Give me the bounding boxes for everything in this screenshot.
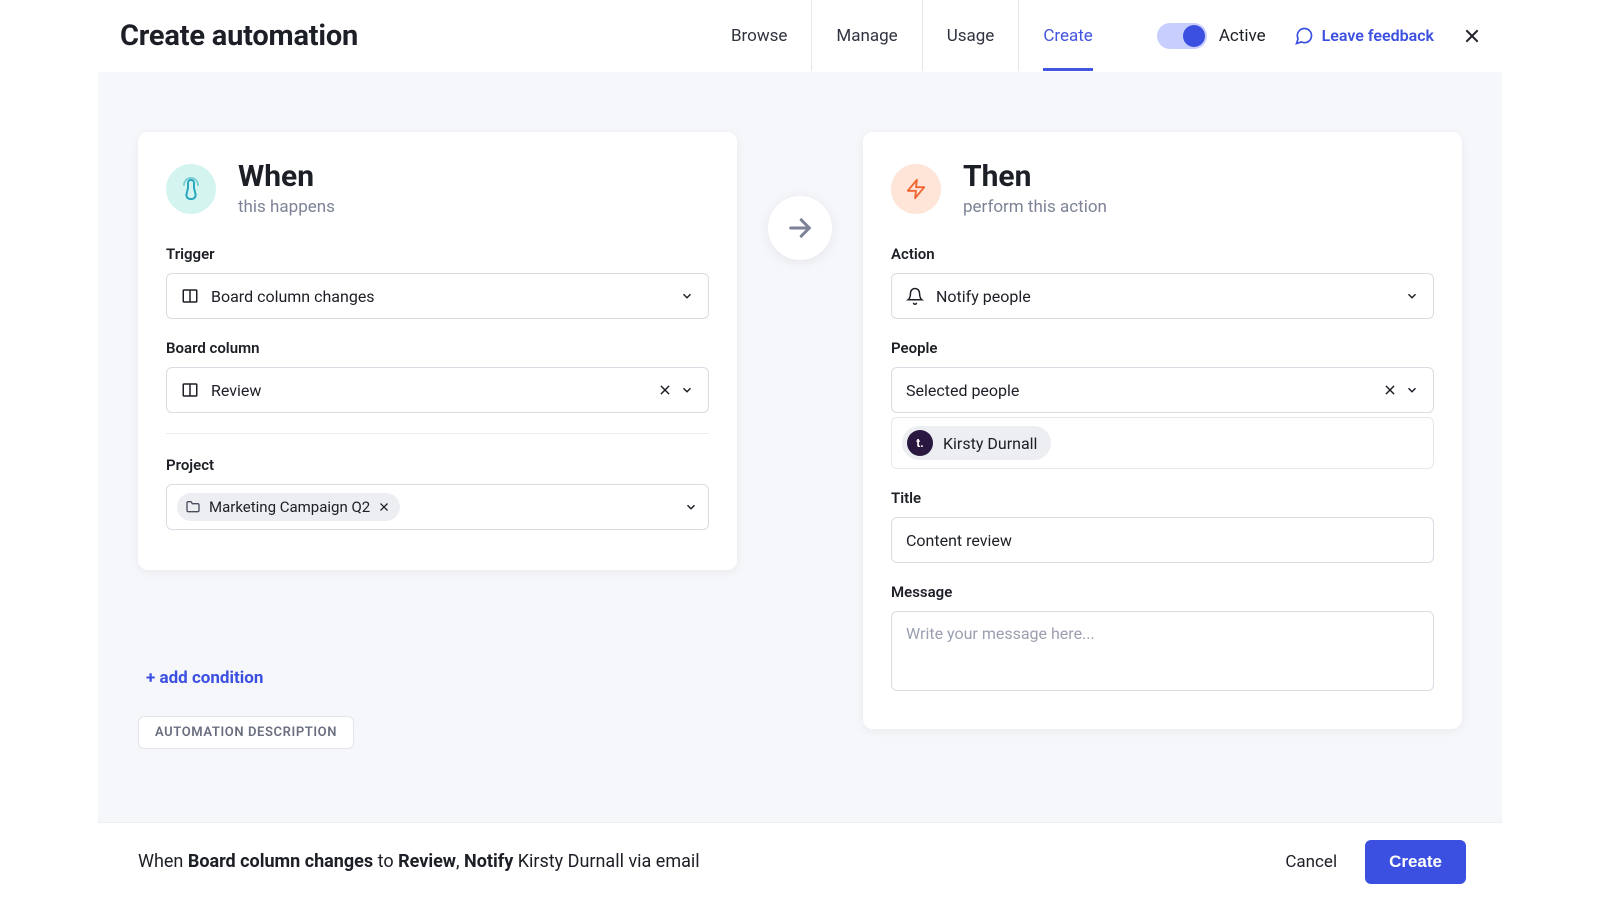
board-column-label: Board column	[166, 339, 709, 357]
chevron-down-icon	[680, 289, 694, 303]
tab-browse[interactable]: Browse	[707, 0, 811, 71]
folder-icon	[185, 499, 201, 515]
tab-create[interactable]: Create	[1018, 0, 1117, 71]
active-toggle[interactable]	[1157, 23, 1207, 49]
board-icon	[181, 381, 199, 399]
chevron-down-icon	[1405, 383, 1419, 397]
tap-icon	[166, 164, 216, 214]
header: Create automation Browse Manage Usage Cr…	[98, 0, 1502, 72]
tab-usage[interactable]: Usage	[922, 0, 1019, 71]
people-chip-container[interactable]: t. Kirsty Durnall	[891, 417, 1434, 469]
chevron-down-icon	[1405, 289, 1419, 303]
then-title: Then	[963, 160, 1107, 193]
bolt-icon	[891, 164, 941, 214]
action-label: Action	[891, 245, 1434, 263]
footer: When Board column changes to Review, Not…	[98, 822, 1502, 900]
message-textarea[interactable]	[891, 611, 1434, 691]
project-label: Project	[166, 456, 709, 474]
add-condition-link[interactable]: + add condition	[146, 668, 263, 688]
board-column-select[interactable]: Review	[166, 367, 709, 413]
builder-canvas: When this happens Trigger Board column c…	[98, 72, 1502, 822]
when-card: When this happens Trigger Board column c…	[138, 132, 737, 570]
remove-chip-icon[interactable]	[378, 501, 390, 513]
automation-description-badge: AUTOMATION DESCRIPTION	[138, 716, 354, 749]
bell-icon	[906, 287, 924, 305]
project-chip-label: Marketing Campaign Q2	[209, 498, 370, 516]
create-button[interactable]: Create	[1365, 840, 1466, 884]
chevron-down-icon	[684, 500, 698, 514]
person-chip-label: Kirsty Durnall	[943, 434, 1037, 453]
then-subtitle: perform this action	[963, 197, 1107, 217]
people-value: Selected people	[906, 381, 1383, 400]
cancel-button[interactable]: Cancel	[1285, 852, 1337, 872]
people-label: People	[891, 339, 1434, 357]
header-tabs: Browse Manage Usage Create	[707, 0, 1117, 71]
message-field-label: Message	[891, 583, 1434, 601]
action-select[interactable]: Notify people	[891, 273, 1434, 319]
trigger-label: Trigger	[166, 245, 709, 263]
people-select[interactable]: Selected people	[891, 367, 1434, 413]
then-card: Then perform this action Action Notify p…	[863, 132, 1462, 729]
project-chip: Marketing Campaign Q2	[177, 493, 400, 521]
project-select[interactable]: Marketing Campaign Q2	[166, 484, 709, 530]
trigger-value: Board column changes	[211, 287, 680, 306]
title-field-label: Title	[891, 489, 1434, 507]
flow-arrow	[768, 196, 832, 260]
automation-summary: When Board column changes to Review, Not…	[138, 851, 700, 872]
trigger-select[interactable]: Board column changes	[166, 273, 709, 319]
board-icon	[181, 287, 199, 305]
active-toggle-label: Active	[1219, 26, 1266, 46]
when-title: When	[238, 160, 335, 193]
clear-icon[interactable]	[1383, 383, 1397, 397]
page-title: Create automation	[120, 19, 358, 53]
board-column-value: Review	[211, 381, 658, 400]
tab-manage[interactable]: Manage	[811, 0, 921, 71]
leave-feedback-link[interactable]: Leave feedback	[1294, 26, 1434, 46]
leave-feedback-label: Leave feedback	[1322, 26, 1434, 45]
avatar: t.	[907, 430, 933, 456]
action-value: Notify people	[936, 287, 1405, 306]
close-icon[interactable]	[1462, 26, 1482, 46]
when-subtitle: this happens	[238, 197, 335, 217]
clear-icon[interactable]	[658, 383, 672, 397]
chevron-down-icon	[680, 383, 694, 397]
person-chip: t. Kirsty Durnall	[902, 426, 1051, 460]
comment-icon	[1294, 26, 1314, 46]
title-input[interactable]	[891, 517, 1434, 563]
